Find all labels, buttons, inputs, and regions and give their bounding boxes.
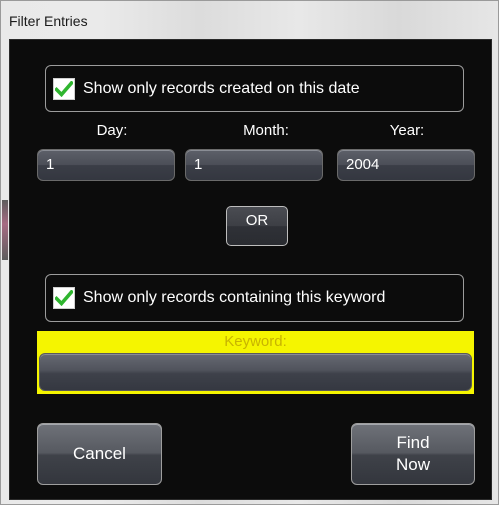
keyword-filter-label: Show only records containing this keywor… (83, 289, 386, 306)
year-field[interactable]: 2004 (337, 149, 475, 181)
checkmark-icon (55, 290, 73, 306)
keyword-filter-checkbox-group[interactable]: Show only records containing this keywor… (45, 274, 464, 322)
or-button[interactable]: OR (226, 206, 288, 246)
day-label: Day: (96, 122, 128, 139)
month-label: Month: (243, 122, 289, 139)
date-filter-checkbox[interactable] (53, 77, 75, 100)
date-filter-label: Show only records created on this date (83, 79, 360, 97)
find-now-button[interactable]: Find Now (351, 423, 475, 485)
keyword-label: Keyword: (224, 333, 287, 350)
keyword-input[interactable] (39, 353, 472, 391)
keyword-filter-checkbox[interactable] (53, 287, 75, 309)
month-field[interactable]: 1 (185, 149, 323, 181)
cancel-button[interactable]: Cancel (37, 423, 162, 485)
checkmark-icon (55, 80, 73, 97)
keyword-section: Keyword: (37, 331, 474, 394)
day-field[interactable]: 1 (37, 149, 175, 181)
window-title: Filter Entries (9, 13, 88, 29)
filter-entries-dialog: Filter Entries Show only records created… (0, 0, 499, 505)
dialog-content: Show only records created on this date D… (2, 39, 492, 500)
date-filter-checkbox-group[interactable]: Show only records created on this date (45, 65, 464, 112)
year-label: Year: (389, 122, 425, 139)
